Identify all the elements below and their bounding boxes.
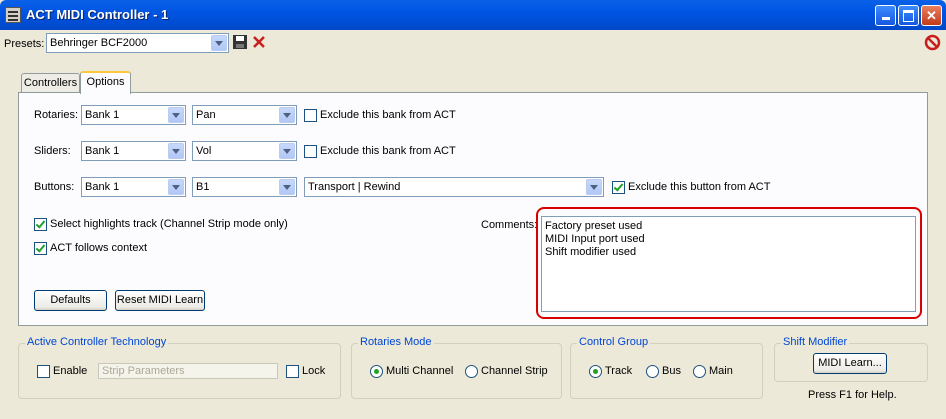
act-group-title: Active Controller Technology — [25, 336, 169, 348]
strip-parameters-input[interactable]: Strip Parameters — [98, 363, 278, 379]
sliders-exclude-label: Exclude this bank from ACT — [320, 145, 456, 157]
reset-midi-learn-button[interactable]: Reset MIDI Learn — [115, 290, 205, 311]
track-label: Track — [605, 365, 633, 377]
sliders-param-value: Vol — [196, 145, 212, 157]
minimize-icon — [881, 17, 890, 20]
red-x-icon — [253, 36, 265, 48]
window-title: ACT MIDI Controller - 1 — [26, 7, 169, 22]
act-midi-controller-window: ACT MIDI Controller - 1 ✕ Presets: Behri… — [0, 0, 946, 419]
chevron-down-icon — [211, 35, 227, 51]
chevron-down-icon — [279, 179, 295, 195]
chevron-down-icon — [279, 107, 295, 123]
maximize-icon — [903, 10, 914, 22]
buttons-exclude-checkbox[interactable] — [612, 181, 625, 194]
comments-highlight-annotation — [536, 207, 922, 319]
channel-strip-label: Channel Strip — [481, 365, 548, 377]
chevron-down-icon — [586, 179, 602, 195]
delete-preset-button[interactable] — [251, 34, 269, 52]
buttons-bank-dropdown[interactable]: Bank 1 — [81, 177, 186, 197]
act-follows-context-label: ACT follows context — [50, 242, 148, 254]
rotaries-bank-dropdown[interactable]: Bank 1 — [81, 105, 186, 125]
rotaries-bank-value: Bank 1 — [85, 109, 120, 121]
rotaries-label: Rotaries: — [34, 109, 79, 121]
buttons-action-value: Transport | Rewind — [308, 181, 401, 193]
buttons-button-value: B1 — [196, 181, 210, 193]
rotaries-param-value: Pan — [196, 109, 216, 121]
close-button[interactable]: ✕ — [921, 5, 942, 26]
rotaries-exclude-label: Exclude this bank from ACT — [320, 109, 456, 121]
bus-label: Bus — [662, 365, 681, 377]
close-icon: ✕ — [926, 8, 937, 23]
chevron-down-icon — [168, 179, 184, 195]
buttons-bank-value: Bank 1 — [85, 181, 120, 193]
chevron-down-icon — [168, 107, 184, 123]
save-preset-button[interactable] — [232, 34, 250, 52]
sliders-exclude-checkbox[interactable] — [304, 145, 317, 158]
act-enable-label: Enable — [53, 365, 88, 377]
select-highlights-checkbox[interactable] — [34, 218, 47, 231]
buttons-button-dropdown[interactable]: B1 — [192, 177, 297, 197]
act-enable-checkbox[interactable] — [37, 365, 50, 378]
rotaries-mode-title: Rotaries Mode — [358, 336, 434, 348]
buttons-action-dropdown[interactable]: Transport | Rewind — [304, 177, 604, 197]
act-lock-checkbox[interactable] — [286, 365, 299, 378]
disable-button[interactable] — [924, 34, 942, 52]
multi-channel-label: Multi Channel — [386, 365, 454, 377]
presets-label: Presets: — [4, 38, 45, 50]
channel-strip-radio[interactable] — [465, 365, 478, 378]
select-highlights-label: Select highlights track (Channel Strip m… — [50, 218, 288, 230]
sliders-label: Sliders: — [34, 145, 71, 157]
minimize-button[interactable] — [875, 5, 896, 26]
maximize-button[interactable] — [898, 5, 919, 26]
track-radio[interactable] — [589, 365, 602, 378]
floppy-disk-icon — [233, 35, 247, 49]
control-group-title: Control Group — [577, 336, 651, 348]
tab-options[interactable]: Options — [80, 71, 131, 94]
defaults-button[interactable]: Defaults — [34, 290, 107, 311]
multi-channel-radio[interactable] — [370, 365, 383, 378]
sliders-bank-dropdown[interactable]: Bank 1 — [81, 141, 186, 161]
shift-modifier-title: Shift Modifier — [781, 336, 850, 348]
midi-learn-button[interactable]: MIDI Learn... — [813, 353, 887, 374]
sliders-bank-value: Bank 1 — [85, 145, 120, 157]
chevron-down-icon — [279, 143, 295, 159]
title-bar[interactable]: ACT MIDI Controller - 1 ✕ — [0, 0, 946, 30]
presets-value: Behringer BCF2000 — [50, 37, 148, 49]
app-icon — [5, 7, 21, 23]
buttons-exclude-label: Exclude this button from ACT — [628, 181, 771, 193]
act-follows-context-checkbox[interactable] — [34, 242, 47, 255]
tab-controllers[interactable]: Controllers — [21, 73, 80, 93]
presets-dropdown[interactable]: Behringer BCF2000 — [46, 33, 229, 53]
help-text: Press F1 for Help. — [808, 389, 897, 401]
comments-label: Comments: — [481, 219, 538, 231]
bus-radio[interactable] — [646, 365, 659, 378]
main-label: Main — [709, 365, 733, 377]
sliders-param-dropdown[interactable]: Vol — [192, 141, 297, 161]
buttons-label: Buttons: — [34, 181, 75, 193]
main-radio[interactable] — [693, 365, 706, 378]
no-symbol-icon — [924, 34, 941, 51]
act-lock-label: Lock — [302, 365, 326, 377]
rotaries-exclude-checkbox[interactable] — [304, 109, 317, 122]
rotaries-param-dropdown[interactable]: Pan — [192, 105, 297, 125]
chevron-down-icon — [168, 143, 184, 159]
